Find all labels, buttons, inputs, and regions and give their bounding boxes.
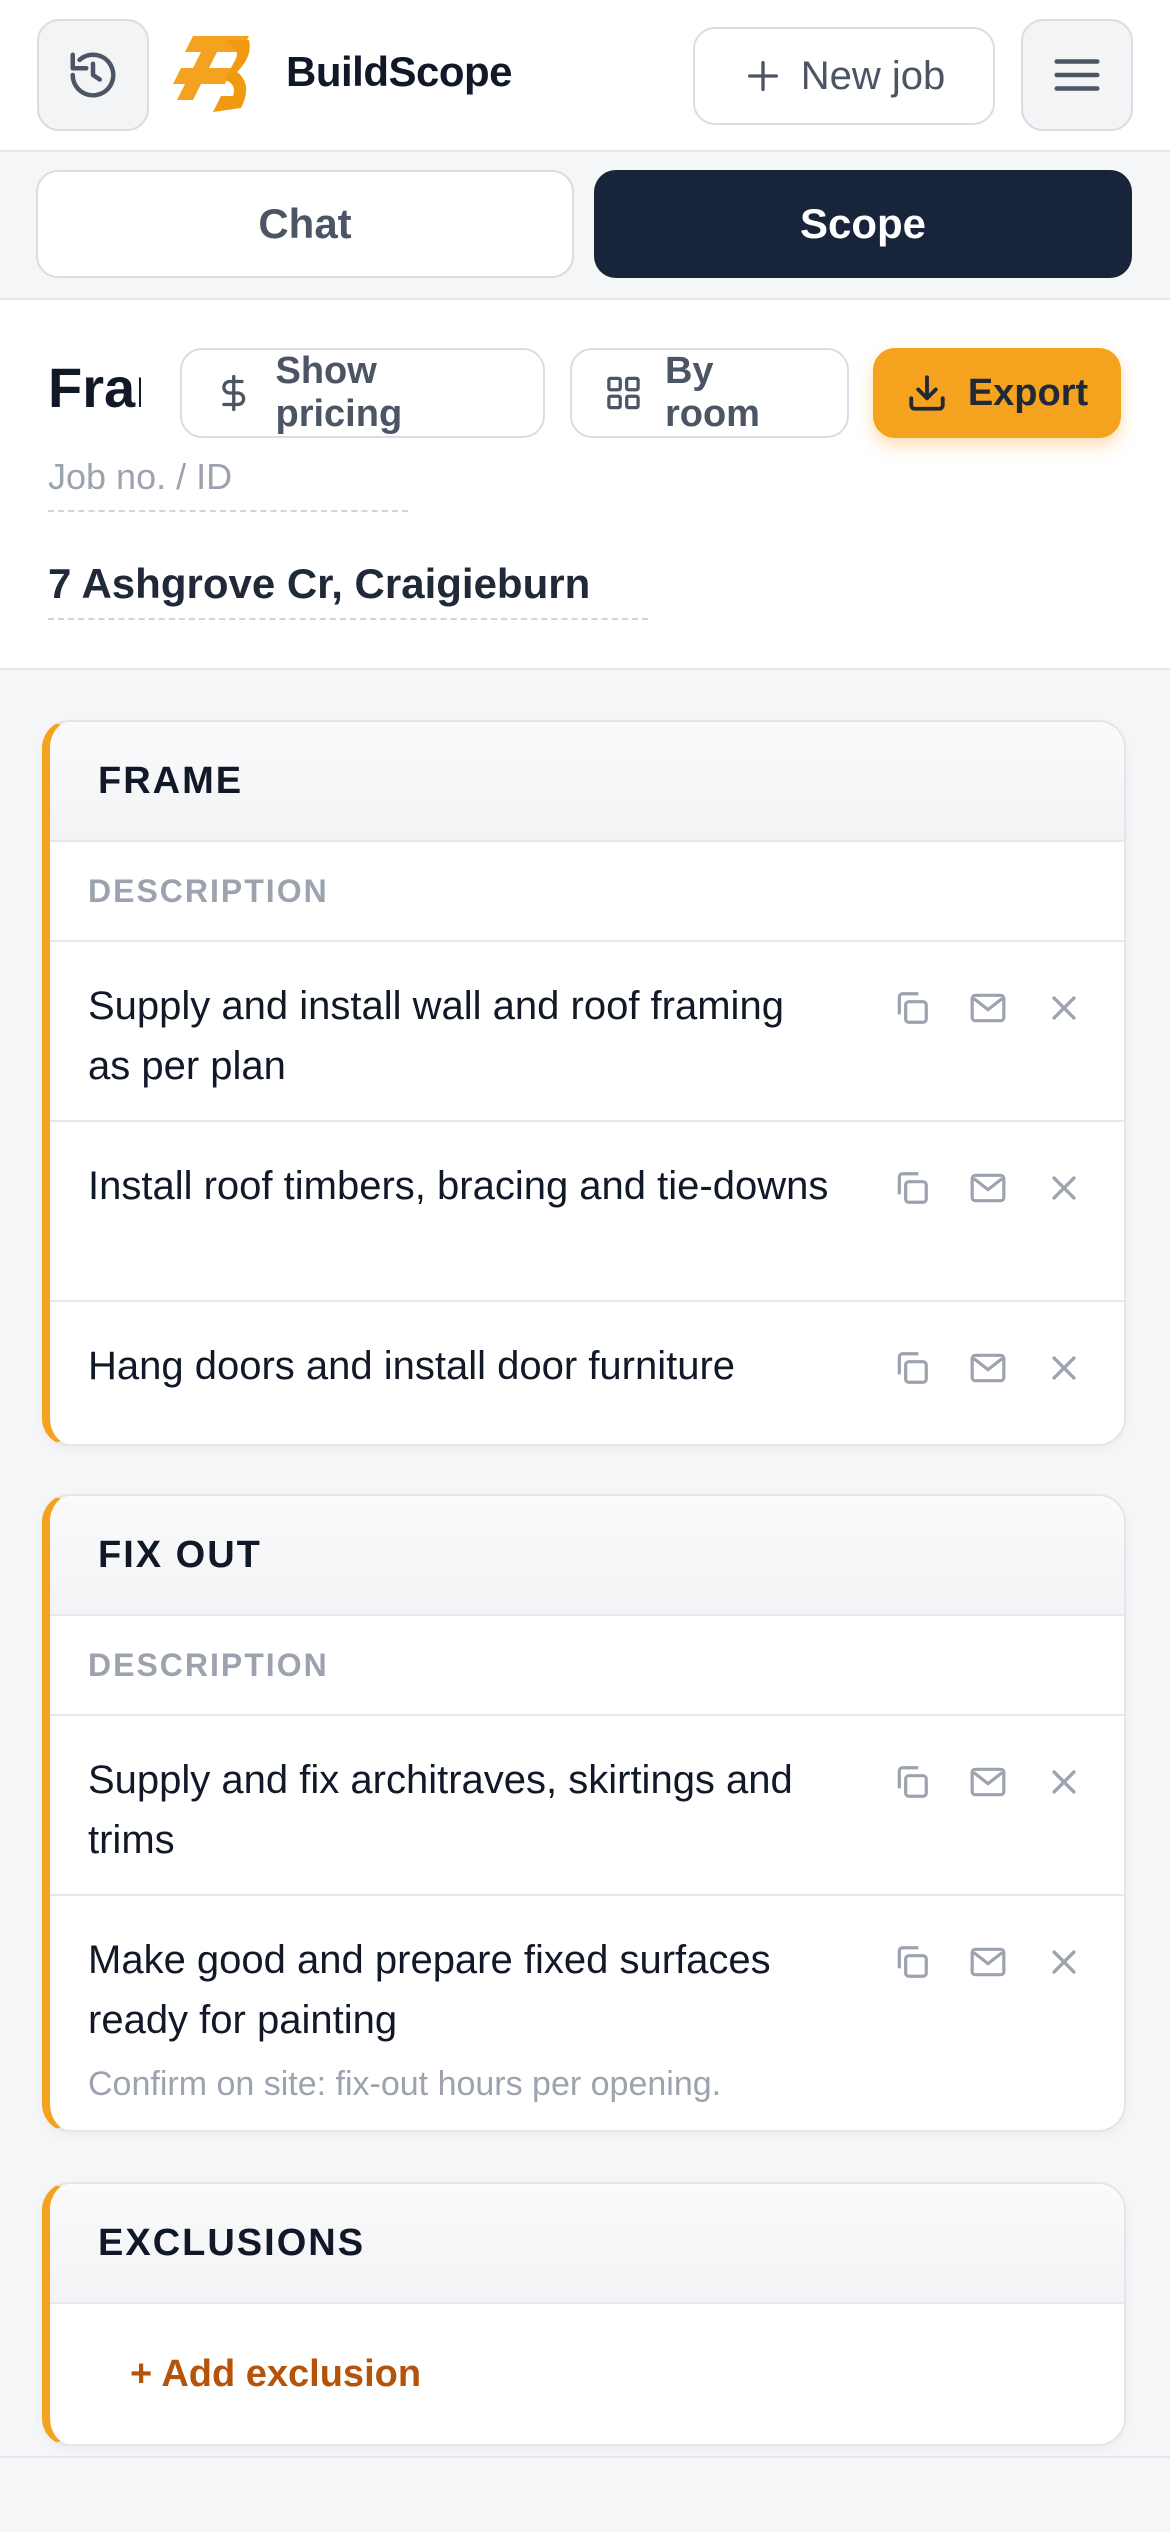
row-actions <box>892 1348 1084 1388</box>
export-label: Export <box>967 371 1089 414</box>
close-icon[interactable] <box>1044 1348 1084 1388</box>
job-title[interactable]: Frame <box>48 355 141 425</box>
table-row: Supply and fix architraves, skirtings an… <box>50 1716 1124 1896</box>
menu-icon <box>1054 59 1100 91</box>
item-description[interactable]: Install roof timbers, bracing and tie-do… <box>88 1156 834 1216</box>
job-number-field[interactable]: Job no. / ID <box>48 456 408 512</box>
table-row: Make good and prepare fixed surfaces rea… <box>50 1896 1124 2130</box>
download-icon <box>909 375 945 411</box>
mail-icon[interactable] <box>968 1168 1008 1208</box>
grid-icon <box>607 376 640 410</box>
plus-icon <box>747 61 778 92</box>
new-job-label: New job <box>800 53 946 98</box>
item-description[interactable]: Supply and fix architraves, skirtings an… <box>88 1750 834 1870</box>
row-actions <box>892 1762 1084 1802</box>
mail-icon[interactable] <box>968 988 1008 1028</box>
item-note: Confirm on site: fix-out hours per openi… <box>88 2065 722 2103</box>
section-title: FIX OUT <box>50 1496 1124 1616</box>
close-icon[interactable] <box>1044 1942 1084 1982</box>
tab-scope[interactable]: Scope <box>594 170 1132 278</box>
by-room-label: By room <box>664 350 760 435</box>
job-details: Frame Show pricing By room Export Job no… <box>0 300 1170 670</box>
brand-name: BuildScope <box>286 48 513 95</box>
mail-icon[interactable] <box>968 1348 1008 1388</box>
item-description[interactable]: Hang doors and install door furniture <box>88 1336 834 1396</box>
view-tabs: Chat Scope <box>0 152 1170 300</box>
by-room-button[interactable]: By room <box>570 348 849 438</box>
buildscope-logo <box>173 36 250 112</box>
column-header-description: DESCRIPTION <box>50 1616 1124 1716</box>
show-pricing-button[interactable]: Show pricing <box>180 348 545 438</box>
close-icon[interactable] <box>1044 1762 1084 1802</box>
divider <box>0 2456 1170 2458</box>
add-exclusion-button[interactable]: + Add exclusion <box>50 2304 1124 2444</box>
close-icon[interactable] <box>1044 988 1084 1028</box>
tab-chat[interactable]: Chat <box>36 170 574 278</box>
section-frame: FRAME DESCRIPTION Supply and install wal… <box>42 720 1126 1446</box>
section-exclusions: EXCLUSIONS + Add exclusion <box>42 2182 1126 2446</box>
new-job-button[interactable]: New job <box>693 27 995 125</box>
mail-icon[interactable] <box>968 1942 1008 1982</box>
item-description[interactable]: Supply and install wall and roof framing… <box>88 976 834 1096</box>
export-button[interactable]: Export <box>873 348 1121 438</box>
mail-icon[interactable] <box>968 1762 1008 1802</box>
section-fix-out: FIX OUT DESCRIPTION Supply and fix archi… <box>42 1494 1126 2132</box>
history-button[interactable] <box>37 19 149 131</box>
menu-button[interactable] <box>1021 19 1133 131</box>
item-description[interactable]: Make good and prepare fixed surfaces rea… <box>88 1930 834 2050</box>
history-icon <box>70 52 116 98</box>
copy-icon[interactable] <box>892 1348 932 1388</box>
table-row: Supply and install wall and roof framing… <box>50 942 1124 1122</box>
copy-icon[interactable] <box>892 988 932 1028</box>
copy-icon[interactable] <box>892 1942 932 1982</box>
row-actions <box>892 988 1084 1028</box>
section-title: FRAME <box>50 722 1124 842</box>
app-header: BuildScope New job <box>0 0 1170 152</box>
column-header-description: DESCRIPTION <box>50 842 1124 942</box>
row-actions <box>892 1168 1084 1208</box>
section-title: EXCLUSIONS <box>50 2184 1124 2304</box>
table-row: Hang doors and install door furniture <box>50 1302 1124 1444</box>
close-icon[interactable] <box>1044 1168 1084 1208</box>
table-row: Install roof timbers, bracing and tie-do… <box>50 1122 1124 1302</box>
copy-icon[interactable] <box>892 1168 932 1208</box>
show-pricing-label: Show pricing <box>275 350 403 435</box>
dollar-icon <box>222 374 246 412</box>
job-address-field[interactable]: 7 Ashgrove Cr, Craigieburn <box>48 560 648 620</box>
row-actions <box>892 1942 1084 1982</box>
copy-icon[interactable] <box>892 1762 932 1802</box>
